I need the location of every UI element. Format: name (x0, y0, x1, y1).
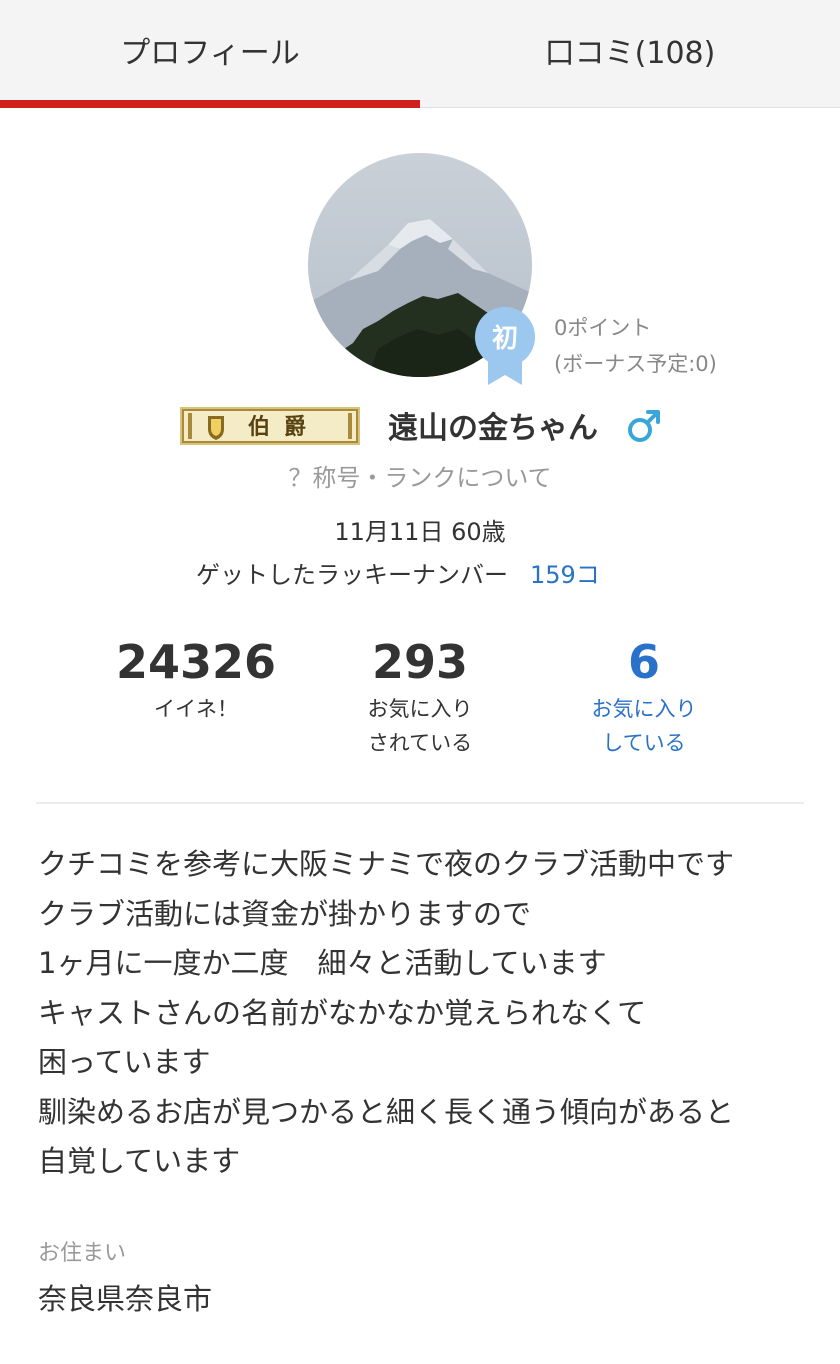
favorited-label-line1: お気に入り (367, 697, 473, 721)
lucky-number-count[interactable]: 159コ (530, 561, 600, 589)
bio-line: 困っています (38, 1045, 211, 1079)
tab-reviews[interactable]: 口コミ(108) (420, 0, 840, 108)
bio-line: クラブ活動には資金が掛かりますので (38, 896, 532, 931)
points-info: 0ポイント (ボーナス予定:0) (554, 310, 717, 382)
bonus-value: (ボーナス予定:0) (554, 352, 717, 376)
likes-count: 24326 (115, 635, 277, 689)
stat-likes: 24326 イイネ！ (66, 632, 326, 726)
residence-value: 奈良県奈良市 (38, 1282, 213, 1316)
bio-line: 自覚しています (38, 1144, 241, 1178)
residence-label: お住まい (38, 1241, 127, 1266)
stat-favoriting[interactable]: 6 お気に入り している (514, 632, 774, 760)
likes-label: イイネ！ (154, 697, 238, 721)
points-value: 0ポイント (554, 316, 652, 340)
male-icon (628, 410, 660, 442)
badge-char: 初 (492, 324, 518, 354)
beginner-badge-icon: 初 (475, 307, 535, 385)
profile-tabs: プロフィール 口コミ(108) (0, 0, 840, 108)
birthday-age: 11月11日 60歳 (334, 518, 506, 546)
favoriting-label-line2[interactable]: している (514, 726, 774, 760)
rank-title: 伯爵 (248, 414, 320, 440)
bio-text: クチコミを参考に大阪ミナミで夜のクラブ活動中です クラブ活動には資金が掛かります… (38, 840, 818, 1187)
bio-line: キャストさんの名前がなかなか覚えられなくて (38, 995, 647, 1030)
rank-plate: 伯爵 (180, 407, 360, 445)
bio-line: 馴染めるお店が見つかると細く長く通う傾向があると (38, 1094, 735, 1129)
lucky-number: ゲットしたラッキーナンバー 159コ (196, 555, 600, 590)
lucky-number-label: ゲットしたラッキーナンバー (196, 561, 508, 589)
active-tab-indicator (0, 100, 420, 108)
rank-info-link[interactable]: ？称号・ランクについて (0, 458, 840, 493)
favoriting-label-line1[interactable]: お気に入り (514, 692, 774, 726)
bio-line: クチコミを参考に大阪ミナミで夜のクラブ活動中です (38, 847, 735, 881)
favorited-label-line2: されている (367, 731, 473, 755)
divider (36, 802, 804, 804)
stat-favorited: 293 お気に入り されている (290, 632, 550, 760)
tab-profile[interactable]: プロフィール (0, 0, 420, 108)
bio-line: 1ヶ月に一度か二度 細々と活動しています (38, 946, 607, 980)
favorited-count: 293 (371, 635, 469, 689)
favoriting-count[interactable]: 6 (514, 632, 774, 692)
username: 遠山の金ちゃん (388, 411, 598, 446)
